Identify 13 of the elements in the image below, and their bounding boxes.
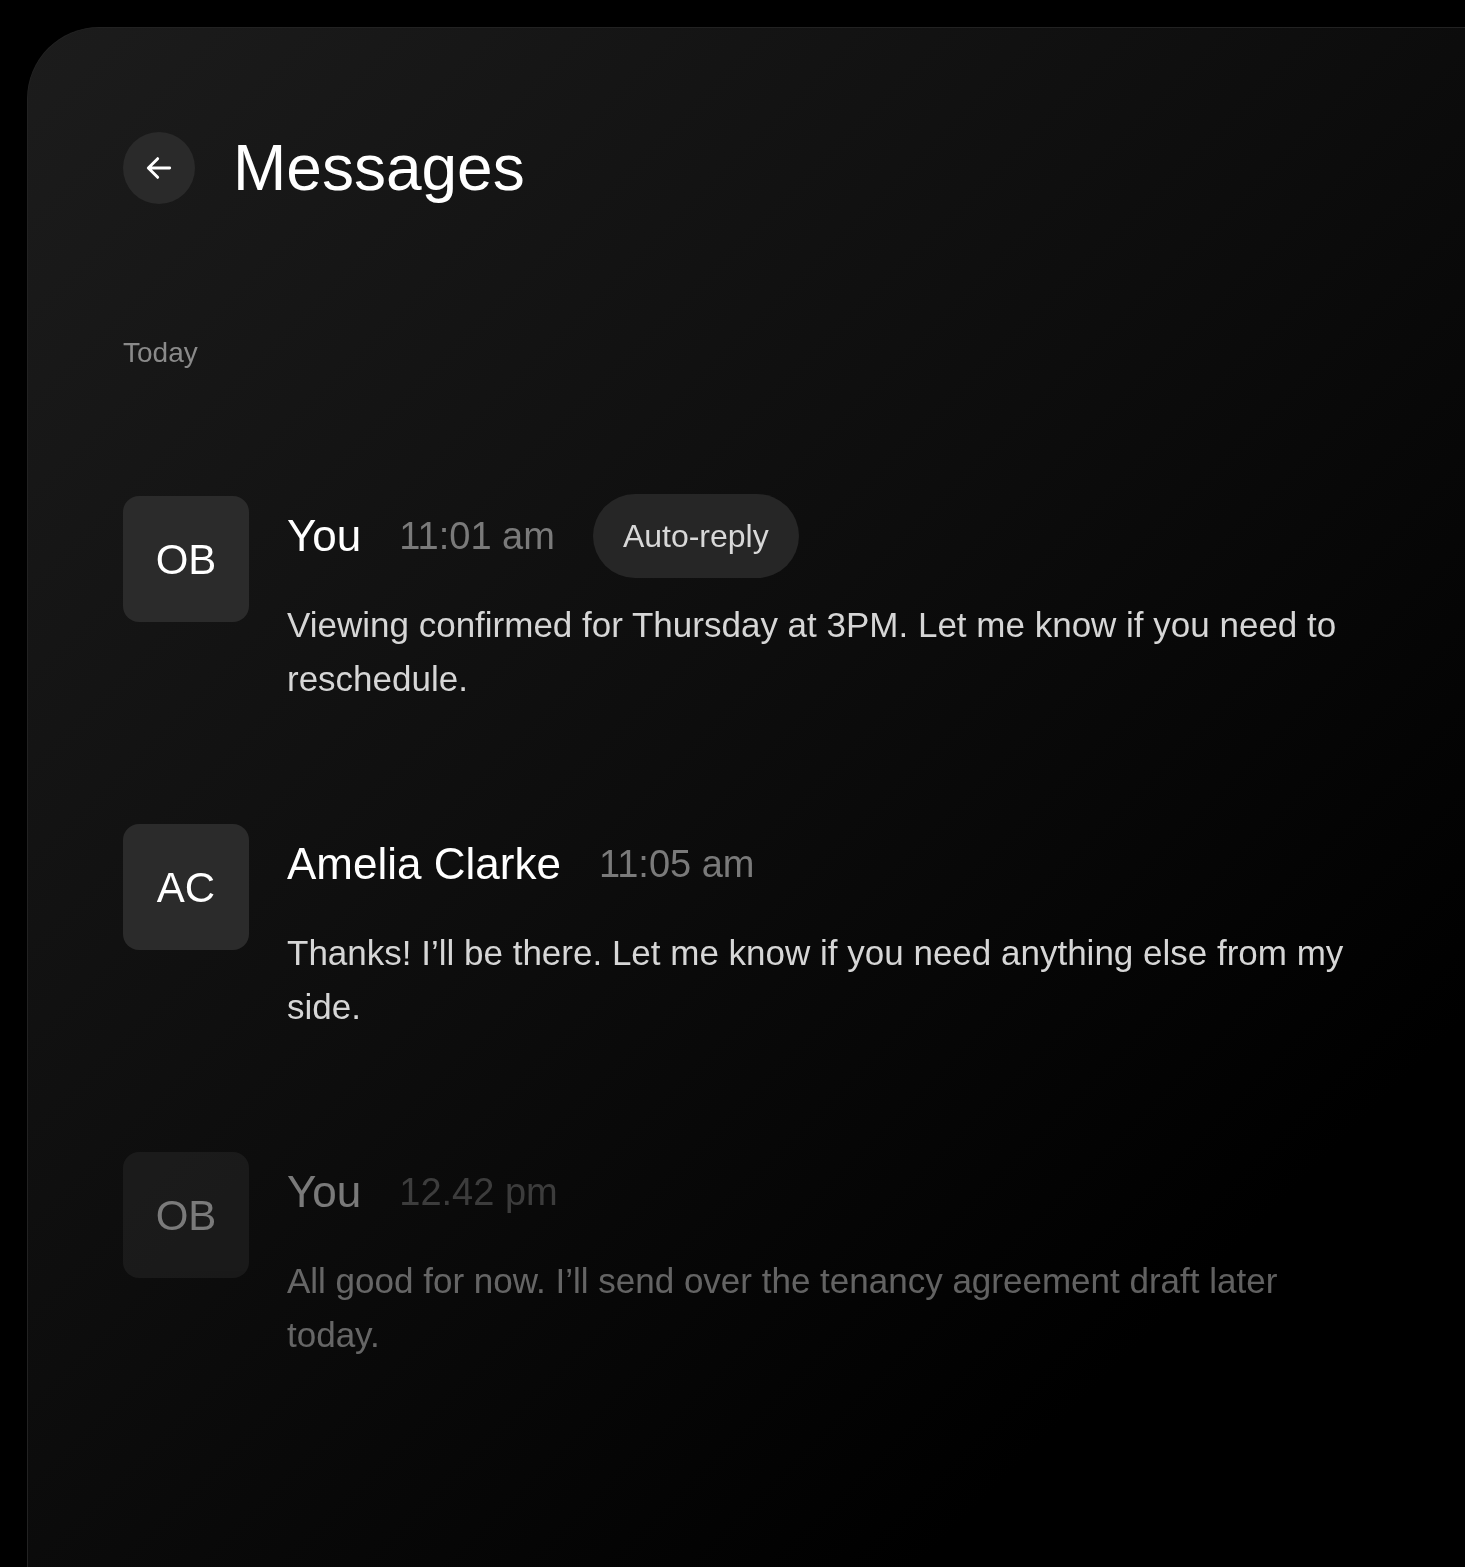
avatar-initials: AC xyxy=(123,824,249,950)
sender-name: You xyxy=(287,510,362,562)
message-time: 11:05 am xyxy=(598,841,755,887)
sender-name: Amelia Clarke xyxy=(287,838,561,890)
auto-reply-badge: Auto-reply xyxy=(592,494,799,578)
sender-name: You xyxy=(287,1166,362,1218)
message-text: Thanks! I’ll be there. Let me know if you need anything else from my side. xyxy=(287,932,1345,1028)
date-label: Today xyxy=(123,336,198,370)
message-time: 11:01 am xyxy=(399,513,555,559)
message-text: All good for now. I’ll send over the tenancy agreement draft later today. xyxy=(287,1260,1279,1356)
avatar-initials: OB xyxy=(123,1152,249,1278)
avatar-initials: OB xyxy=(123,496,249,622)
message-text: Viewing confirmed for Thursday at 3PM. Let me know if you need to reschedule. xyxy=(287,604,1338,700)
